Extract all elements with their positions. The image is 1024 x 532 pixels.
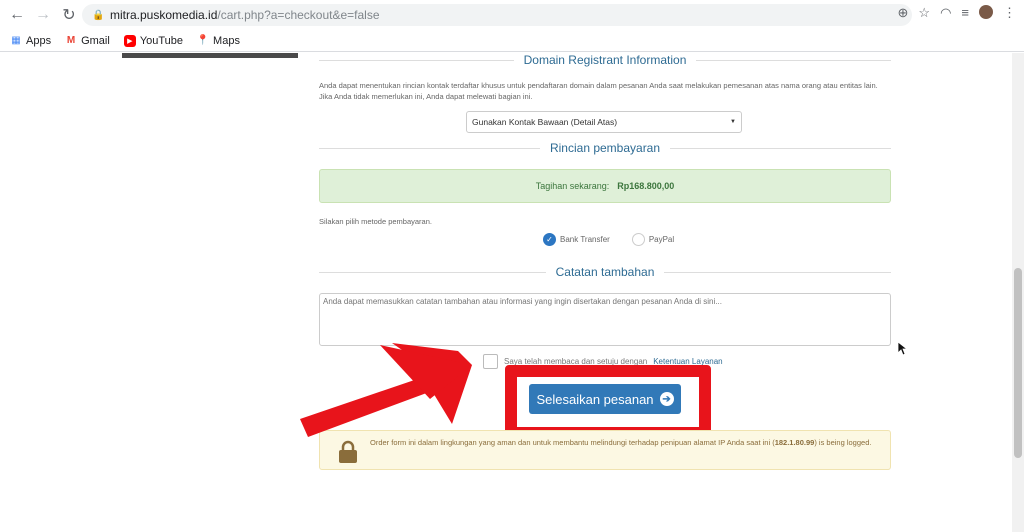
tos-checkbox[interactable] <box>483 354 498 369</box>
extension-icon[interactable]: ◠ <box>940 5 951 21</box>
scrollbar-thumb[interactable] <box>1014 268 1022 458</box>
registrant-description: Anda dapat menentukan rincian kontak ter… <box>319 81 878 102</box>
complete-order-button[interactable]: Selesaikan pesanan ➔ <box>529 384 681 414</box>
chevron-down-icon: ▼ <box>730 119 736 125</box>
zoom-icon[interactable]: ⊕ <box>898 5 909 21</box>
lock-icon: 🔒 <box>92 9 105 21</box>
apps-icon: ▦ <box>11 35 21 46</box>
amount-due-label: Tagihan sekarang: <box>535 181 610 191</box>
bookmarks-bar: ▦ Apps M Gmail ▶ YouTube 📍 Maps <box>0 30 1024 52</box>
url-path: /cart.php?a=checkout&e=false <box>217 8 380 22</box>
bookmark-maps[interactable]: 📍 Maps <box>197 35 240 47</box>
radio-label: Bank Transfer <box>560 235 610 244</box>
checkout-page: Domain Registrant Information Anda dapat… <box>0 53 1024 532</box>
check-icon: ✓ <box>543 233 556 246</box>
amount-due-value: Rp168.800,00 <box>617 181 675 191</box>
arrow-right-circle-icon: ➔ <box>659 392 674 406</box>
radio-empty-icon <box>631 233 645 246</box>
sidebar-panel-edge <box>122 53 298 58</box>
bookmark-apps[interactable]: ▦ Apps <box>10 35 51 47</box>
menu-icon[interactable]: ⋮ <box>1003 5 1016 21</box>
youtube-icon: ▶ <box>123 34 136 47</box>
url-host: mitra.puskomedia.id <box>110 8 218 22</box>
reload-icon[interactable]: ↻ <box>56 2 82 28</box>
section-heading: Domain Registrant Information <box>513 53 697 67</box>
registrant-section-title: Domain Registrant Information <box>319 53 891 67</box>
address-bar[interactable]: 🔒 mitra.puskomedia.id /cart.php?a=checko… <box>82 4 912 26</box>
gmail-icon: M <box>66 35 76 46</box>
forward-icon[interactable]: → <box>30 2 56 28</box>
bookmark-label: Maps <box>213 34 240 47</box>
mouse-cursor-icon <box>898 342 908 356</box>
bookmark-label: Gmail <box>81 34 110 47</box>
security-notice-text: Order form ini dalam lingkungan yang ama… <box>370 438 872 447</box>
avatar[interactable] <box>979 5 993 19</box>
bookmark-label: YouTube <box>139 34 184 47</box>
page-scrollbar[interactable] <box>1012 53 1024 532</box>
payment-method-group: ✓ Bank Transfer PayPal <box>543 233 674 246</box>
lock-icon <box>339 440 357 463</box>
payment-method-prompt: Silakan pilih metode pembayaran. <box>319 217 432 226</box>
star-icon[interactable]: ☆ <box>918 5 930 21</box>
amount-due-box: Tagihan sekarang: Rp168.800,00 <box>319 169 891 203</box>
notes-textarea[interactable] <box>319 293 891 346</box>
bookmark-label: Apps <box>26 34 52 47</box>
bookmark-youtube[interactable]: ▶ YouTube <box>123 34 184 47</box>
radio-label: PayPal <box>648 235 675 244</box>
select-value: Gunakan Kontak Bawaan (Detail Atas) <box>472 117 618 127</box>
payment-method-bank-transfer[interactable]: ✓ Bank Transfer <box>543 233 610 246</box>
back-icon[interactable]: ← <box>4 2 30 28</box>
payment-section-title: Rincian pembayaran <box>319 141 891 155</box>
button-label: Selesaikan pesanan <box>536 391 654 407</box>
security-notice: Order form ini dalam lingkungan yang ama… <box>319 430 891 470</box>
reading-list-icon[interactable]: ≡ <box>961 5 969 21</box>
registrant-contact-select[interactable]: Gunakan Kontak Bawaan (Detail Atas) ▼ <box>466 111 742 133</box>
payment-method-paypal[interactable]: PayPal <box>631 233 675 246</box>
section-heading: Rincian pembayaran <box>539 141 671 155</box>
toolbar-right: ⊕ ☆ ◠ ≡ ⋮ <box>898 5 1016 21</box>
notes-section-title: Catatan tambahan <box>319 265 891 279</box>
section-heading: Catatan tambahan <box>545 265 665 279</box>
maps-icon: 📍 <box>196 35 210 46</box>
bookmark-gmail[interactable]: M Gmail <box>65 35 110 47</box>
browser-toolbar: ← → ↻ 🔒 mitra.puskomedia.id /cart.php?a=… <box>0 0 1024 30</box>
